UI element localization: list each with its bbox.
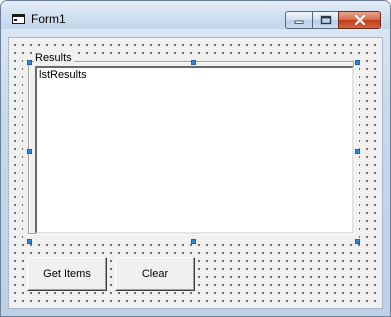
minimize-icon [294, 20, 304, 24]
results-listbox[interactable]: lstResults [35, 66, 354, 234]
maximize-icon [320, 15, 331, 25]
clear-button[interactable]: Clear [115, 257, 195, 291]
resize-handle-bottom[interactable] [191, 239, 196, 244]
title-bar[interactable]: Form1 [1, 1, 390, 29]
resize-handle-bottom-left[interactable] [27, 239, 32, 244]
close-icon [354, 15, 365, 25]
minimize-button[interactable] [285, 11, 312, 29]
list-item: lstResults [39, 69, 87, 81]
form-window: Form1 Results lstResults Get Items Clear [0, 0, 391, 317]
resize-handle-bottom-right[interactable] [355, 239, 360, 244]
resize-handle-top-right[interactable] [355, 60, 360, 65]
resize-handle-left[interactable] [27, 149, 32, 154]
resize-handle-right[interactable] [355, 149, 360, 154]
window-title: Form1 [31, 12, 66, 26]
get-items-button[interactable]: Get Items [27, 257, 107, 291]
results-frame[interactable]: Results lstResults [23, 52, 360, 244]
caption-buttons [285, 11, 381, 29]
resize-handle-top[interactable] [191, 60, 196, 65]
resize-handle-top-left[interactable] [27, 60, 32, 65]
close-button[interactable] [338, 11, 381, 29]
form-icon [12, 14, 25, 24]
maximize-button[interactable] [312, 11, 338, 29]
frame-caption: Results [34, 52, 74, 64]
